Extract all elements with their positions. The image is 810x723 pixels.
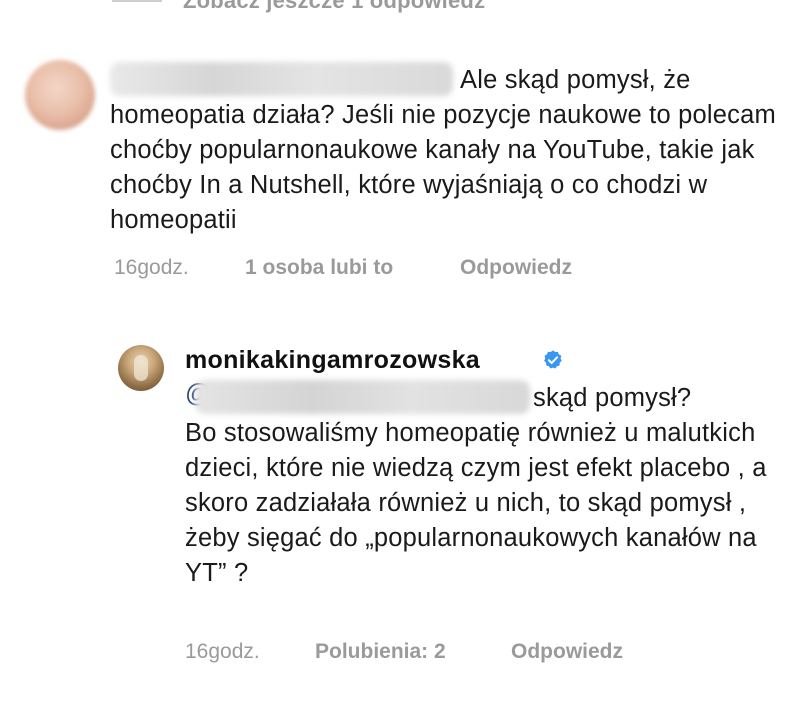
reply-text-first-line: skąd pomysł?	[533, 384, 692, 412]
commenter-avatar[interactable]	[25, 60, 95, 130]
comment-reply-button[interactable]: Odpowiedz	[460, 256, 572, 280]
comment-timestamp: 16godz.	[114, 256, 189, 279]
comment-text-first-line: Ale skąd pomysł, że	[460, 66, 691, 94]
blurred-mention[interactable]	[195, 380, 530, 414]
reply-username[interactable]: monikakingamrozowska	[185, 346, 480, 375]
reply-reply-button[interactable]: Odpowiedz	[511, 640, 623, 664]
verified-badge-icon	[544, 350, 562, 369]
reply-avatar[interactable]	[118, 345, 164, 391]
comment-text: homeopatia działa? Jeśli nie pozycje nau…	[110, 101, 776, 234]
reply-text: Bo stosowaliśmy homeopatię również u mal…	[185, 419, 767, 587]
reply-timestamp: 16godz.	[185, 640, 260, 663]
reply-likes-link[interactable]: Polubienia: 2	[315, 640, 446, 664]
comment-likes-link[interactable]: 1 osoba lubi to	[245, 256, 393, 280]
thread-line	[112, 0, 162, 2]
view-more-replies-link[interactable]: Zobacz jeszcze 1 odpowiedź	[183, 0, 485, 14]
blurred-username	[110, 62, 453, 96]
